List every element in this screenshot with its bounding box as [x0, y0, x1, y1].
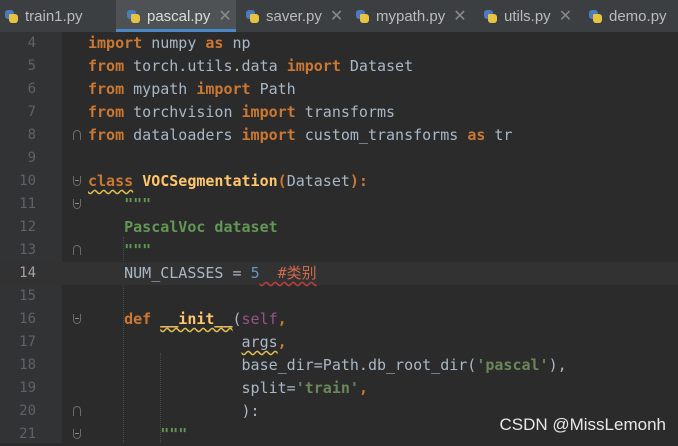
code-text: args, [241, 333, 287, 351]
code-line: 8 from dataloaders import custom_transfo… [0, 124, 678, 147]
code-line: 7 from torchvision import transforms [0, 101, 678, 124]
fold-end-icon[interactable] [73, 406, 82, 417]
close-icon[interactable]: ✕ [559, 6, 572, 26]
code-line: 10 class VOCSegmentation(Dataset): [0, 170, 678, 193]
close-icon[interactable]: ✕ [453, 6, 466, 26]
code-text: from torchvision import transforms [88, 103, 396, 121]
python-file-icon [588, 9, 603, 24]
watermark: CSDN @MissLemonh [499, 415, 666, 434]
python-file-icon [483, 9, 498, 24]
tab-label: train1.py [25, 7, 83, 25]
code-line: 17 args, [0, 331, 678, 354]
code-line: 6 from mypath import Path [0, 78, 678, 101]
code-text: from torch.utils.data import Dataset [88, 57, 414, 75]
line-number: 5 [27, 58, 36, 74]
close-icon[interactable]: ✕ [330, 6, 343, 26]
line-number: 16 [19, 311, 36, 327]
code-text: base_dir=Path.db_root_dir('pascal'), [88, 356, 567, 374]
tab-mypath[interactable]: mypath.py ✕ [355, 0, 473, 32]
code-text: from mypath import Path [88, 80, 296, 98]
code-line: 5 from torch.utils.data import Dataset [0, 55, 678, 78]
line-number: 7 [27, 104, 36, 120]
code-line: 15 [0, 285, 678, 308]
line-number: 10 [19, 173, 36, 189]
fold-end-icon[interactable] [73, 245, 82, 256]
fold-start-icon[interactable] [73, 429, 82, 440]
tab-label: saver.py [266, 7, 322, 25]
fold-start-icon[interactable] [73, 199, 82, 210]
tab-train1[interactable]: train1.py [4, 0, 116, 32]
python-file-icon [245, 9, 260, 24]
tab-demo[interactable]: demo.py [588, 0, 678, 32]
line-number: 11 [19, 196, 36, 212]
line-number: 12 [19, 219, 36, 235]
line-number: 18 [19, 357, 36, 373]
line-number: 19 [19, 380, 36, 396]
line-number: 13 [19, 242, 36, 258]
code-line: 16 def __init__(self, [0, 308, 678, 331]
code-text: NUM_CLASSES = 5 #类别 [88, 264, 317, 282]
tab-saver[interactable]: saver.py ✕ [245, 0, 353, 32]
fold-start-icon[interactable] [73, 176, 82, 187]
code-text: def __init__(self, [124, 310, 287, 328]
python-file-icon [355, 9, 370, 24]
line-number: 14 [19, 265, 36, 281]
code-line: 9 [0, 147, 678, 170]
line-number: 8 [27, 127, 36, 143]
code-line: 19 split='train', [0, 377, 678, 400]
code-line: 11 """ [0, 193, 678, 216]
code-text: PascalVoc dataset [88, 218, 278, 236]
line-number: 6 [27, 81, 36, 97]
code-line: 18 base_dir=Path.db_root_dir('pascal'), [0, 354, 678, 377]
fold-end-icon[interactable] [73, 130, 82, 141]
code-text: import numpy as np [88, 34, 251, 52]
code-line: 13 """ [0, 239, 678, 262]
code-text: """ [88, 241, 152, 259]
code-line-current: 14 NUM_CLASSES = 5 #类别 [0, 262, 678, 285]
tab-utils[interactable]: utils.py ✕ [483, 0, 583, 32]
line-number: 15 [19, 288, 36, 304]
line-number: 20 [19, 403, 36, 419]
code-text: from dataloaders import custom_transform… [88, 126, 513, 144]
line-number: 17 [19, 334, 36, 350]
tab-label: mypath.py [376, 7, 446, 25]
code-text: split='train', [88, 379, 368, 397]
tab-label: pascal.py [147, 7, 211, 25]
tab-label: utils.py [504, 7, 551, 25]
line-number: 9 [27, 150, 36, 166]
code-text: class VOCSegmentation(Dataset): [88, 172, 368, 190]
editor-tab-bar: train1.py pascal.py ✕ saver.py ✕ mypath.… [0, 0, 678, 33]
line-number: 4 [27, 35, 36, 51]
close-icon[interactable]: ✕ [218, 6, 231, 26]
python-file-icon [4, 9, 19, 24]
code-line: 4 import numpy as np [0, 32, 678, 55]
fold-start-icon[interactable] [73, 314, 82, 325]
code-text: """ [88, 195, 152, 213]
tab-label: demo.py [609, 7, 667, 25]
code-line: 12 PascalVoc dataset [0, 216, 678, 239]
python-file-icon [126, 9, 141, 24]
tab-pascal[interactable]: pascal.py ✕ [116, 0, 236, 32]
code-text: ): [88, 402, 260, 420]
